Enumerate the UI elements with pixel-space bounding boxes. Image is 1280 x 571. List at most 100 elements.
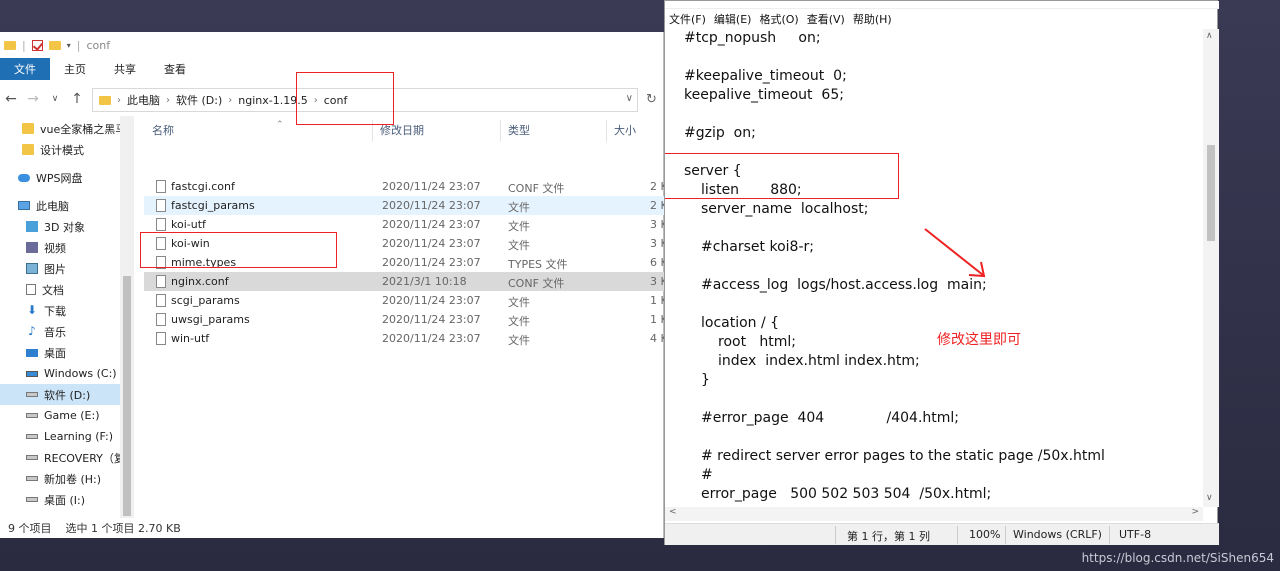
- file-date: 2020/11/24 23:07: [382, 218, 481, 231]
- file-date: 2021/3/1 10:18: [382, 275, 467, 288]
- file-row[interactable]: uwsgi_params 2020/11/24 23:07 文件 1 K: [144, 310, 664, 329]
- sidebar-item-label: 下载: [44, 304, 66, 318]
- code-line: }: [701, 372, 710, 388]
- tab-share[interactable]: 共享: [100, 58, 150, 80]
- file-type: CONF 文件: [508, 182, 565, 195]
- code-line: #error_page 404 /404.html;: [701, 410, 960, 426]
- forward-arrow-icon[interactable]: →: [22, 91, 44, 107]
- sidebar-item-label: Windows (C:): [44, 367, 117, 380]
- code-line: keepalive_timeout 65;: [684, 87, 844, 103]
- notepad-titlebar: [665, 1, 1219, 9]
- menu-edit[interactable]: 编辑(E): [714, 11, 752, 27]
- recent-dropdown-icon[interactable]: ∨: [44, 94, 66, 104]
- file-row-selected[interactable]: nginx.conf 2021/3/1 10:18 CONF 文件 3 K: [144, 272, 664, 291]
- sidebar-scrollbar[interactable]: [120, 116, 134, 518]
- sidebar-item-drive-h[interactable]: 新加卷 (H:): [26, 468, 134, 489]
- text-editor-area[interactable]: #tcp_nopush on; #keepalive_timeout 0; keep…: [665, 29, 1203, 507]
- sidebar-item-this-pc[interactable]: 此电脑: [18, 195, 134, 216]
- annotation-box-listen: [665, 153, 899, 199]
- window-title: conf: [86, 38, 111, 52]
- file-icon: [156, 332, 166, 345]
- column-header-type[interactable]: 类型: [508, 122, 530, 140]
- sidebar-item-3d[interactable]: 3D 对象: [26, 216, 134, 237]
- file-size: 1 K: [650, 294, 664, 307]
- scroll-right-icon[interactable]: >: [1191, 507, 1199, 517]
- sidebar-item-drive-c[interactable]: Windows (C:): [26, 363, 134, 384]
- code-line: index index.html index.htm;: [718, 353, 920, 369]
- scroll-up-icon[interactable]: ∧: [1206, 31, 1213, 41]
- refresh-icon[interactable]: ↻: [646, 92, 657, 107]
- drive-icon: [26, 392, 38, 397]
- line-ending: Windows (CRLF): [1013, 528, 1102, 541]
- file-date: 2020/11/24 23:07: [382, 256, 481, 269]
- code-line: #gzip on;: [684, 125, 756, 141]
- vertical-scroll-thumb[interactable]: [1207, 145, 1215, 241]
- code-line: error_page 500 502 503 504 /50x.html;: [701, 486, 992, 502]
- sidebar-item-drive-f[interactable]: Learning (F:): [26, 426, 134, 447]
- file-icon: [156, 199, 166, 212]
- sidebar-item-vue[interactable]: vue全家桶之黑马: [22, 118, 134, 139]
- sidebar-item-documents[interactable]: 文档: [26, 279, 134, 300]
- status-divider: [957, 526, 958, 544]
- new-folder-icon[interactable]: [48, 40, 61, 50]
- sidebar-item-downloads[interactable]: ⬇ 下载: [26, 300, 134, 321]
- column-divider[interactable]: [500, 120, 501, 142]
- horizontal-scrollbar[interactable]: < >: [665, 507, 1203, 521]
- sidebar-item-videos[interactable]: 视频: [26, 237, 134, 258]
- column-divider[interactable]: [606, 120, 607, 142]
- file-size: 2 K: [650, 180, 664, 193]
- file-row[interactable]: win-utf 2020/11/24 23:07 文件 4 K: [144, 329, 664, 348]
- properties-icon[interactable]: [31, 39, 43, 51]
- chevron-right-icon[interactable]: ›: [228, 95, 232, 106]
- column-header-name[interactable]: 名称 ⌃: [152, 120, 284, 140]
- sidebar-item-drive-i[interactable]: 桌面 (I:): [26, 489, 134, 510]
- quick-access-dropdown-icon[interactable]: ▾: [67, 41, 71, 50]
- code-line: location / {: [701, 315, 780, 331]
- sidebar-scroll-thumb[interactable]: [123, 276, 131, 516]
- sidebar-item-drive-e[interactable]: Game (E:): [26, 405, 134, 426]
- cloud-icon: [18, 173, 30, 182]
- file-row[interactable]: fastcgi.conf 2020/11/24 23:07 CONF 文件 2 …: [144, 177, 664, 196]
- file-name: fastcgi_params: [171, 199, 255, 212]
- breadcrumb-this-pc[interactable]: 此电脑: [127, 92, 160, 108]
- vertical-scrollbar[interactable]: ∧ ∨: [1203, 29, 1219, 507]
- sidebar-item-label: 此电脑: [36, 199, 69, 213]
- scroll-down-icon[interactable]: ∨: [1206, 493, 1213, 503]
- chevron-right-icon[interactable]: ›: [166, 95, 170, 106]
- back-arrow-icon[interactable]: ←: [0, 91, 22, 107]
- file-name: koi-utf: [171, 218, 206, 231]
- sidebar-item-desktop[interactable]: 桌面: [26, 342, 134, 363]
- code-line: server_name localhost;: [701, 201, 869, 217]
- folder-icon: [22, 123, 34, 134]
- file-date: 2020/11/24 23:07: [382, 237, 481, 250]
- file-type: 文件: [508, 334, 530, 347]
- menu-file[interactable]: 文件(F): [669, 11, 706, 27]
- column-header-size[interactable]: 大小: [614, 122, 636, 140]
- cursor-position: 第 1 行，第 1 列: [847, 530, 930, 543]
- notepad-window: 文件(F) 编辑(E) 格式(O) 查看(V) 帮助(H) #tcp_nopus…: [664, 0, 1219, 545]
- tab-view[interactable]: 查看: [150, 58, 200, 80]
- sidebar-item-recovery[interactable]: RECOVERY（复: [26, 447, 120, 468]
- sidebar-item-wps[interactable]: WPS网盘: [18, 167, 134, 188]
- sidebar-item-music[interactable]: ♪ 音乐: [26, 321, 134, 342]
- sidebar-item-label: 图片: [44, 262, 66, 276]
- breadcrumb-drive-d[interactable]: 软件 (D:): [176, 92, 222, 108]
- file-row[interactable]: scgi_params 2020/11/24 23:07 文件 1 K: [144, 291, 664, 310]
- sidebar-item-drive-d[interactable]: 软件 (D:): [0, 384, 120, 405]
- scroll-left-icon[interactable]: <: [669, 507, 677, 517]
- chevron-right-icon[interactable]: ›: [117, 95, 121, 106]
- up-arrow-icon[interactable]: ↑: [66, 91, 88, 107]
- code-line: #keepalive_timeout 0;: [684, 68, 847, 84]
- sidebar-item-label: 新加卷 (H:): [44, 472, 102, 486]
- menu-view[interactable]: 查看(V): [807, 11, 845, 27]
- menu-help[interactable]: 帮助(H): [853, 11, 892, 27]
- code-line: #charset koi8-r;: [701, 239, 814, 255]
- sidebar-item-design-patterns[interactable]: 设计模式: [22, 139, 134, 160]
- tab-home[interactable]: 主页: [50, 58, 100, 80]
- file-row[interactable]: fastcgi_params 2020/11/24 23:07 文件 2 K: [144, 196, 664, 215]
- address-dropdown-icon[interactable]: ∨: [626, 93, 633, 104]
- sidebar-item-pictures[interactable]: 图片: [26, 258, 134, 279]
- folder-icon: [4, 40, 16, 50]
- tab-file[interactable]: 文件: [0, 58, 50, 80]
- menu-format[interactable]: 格式(O): [759, 11, 798, 27]
